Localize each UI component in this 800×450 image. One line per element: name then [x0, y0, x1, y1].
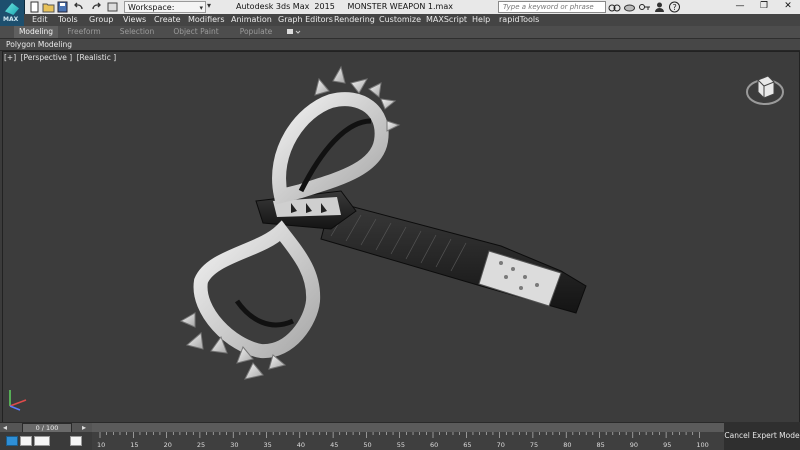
a360-cloud-icon[interactable] — [623, 1, 636, 13]
viewcube-icon[interactable] — [744, 68, 786, 110]
hold-icon[interactable] — [106, 1, 119, 13]
ruler-tick-label: 70 — [496, 441, 505, 449]
ruler-tick-label: 45 — [330, 441, 339, 449]
axis-tripod-icon — [4, 386, 30, 412]
ruler-tick-label: 30 — [230, 441, 239, 449]
menu-views[interactable]: Views — [123, 15, 146, 25]
save-icon[interactable] — [56, 1, 69, 13]
cancel-expert-mode-button[interactable]: Cancel Expert Mode — [724, 422, 800, 450]
menu-rendering[interactable]: Rendering — [334, 15, 375, 25]
menu-help[interactable]: Help — [472, 15, 490, 25]
keyblade-model — [179, 65, 587, 380]
ruler-tick-label: 80 — [563, 441, 572, 449]
ruler-tick-label: 75 — [529, 441, 539, 449]
redo-icon[interactable] — [90, 1, 103, 13]
maximize-icon[interactable]: ❐ — [752, 0, 776, 14]
user-icon[interactable] — [653, 1, 666, 13]
tab-object-paint[interactable]: Object Paint — [170, 26, 222, 38]
ruler-tick-label: 65 — [463, 441, 472, 449]
svg-text:?: ? — [673, 3, 677, 12]
key-icon[interactable] — [638, 1, 651, 13]
viewport-view-label[interactable]: [Perspective ] — [21, 53, 73, 62]
menu-animation[interactable]: Animation — [231, 15, 272, 25]
chevron-down-icon: ▾ — [199, 4, 203, 12]
new-file-icon[interactable] — [28, 1, 41, 13]
close-icon[interactable]: ✕ — [776, 0, 800, 14]
ruler-tick-label: 60 — [430, 441, 439, 449]
ruler-tick-label: 40 — [296, 441, 306, 449]
ribbon-panel-label[interactable]: Polygon Modeling — [6, 39, 72, 50]
menu-customize[interactable]: Customize — [379, 15, 421, 25]
ruler-tick-label: 20 — [163, 441, 172, 449]
menu-maxscript[interactable]: MAXScript — [426, 15, 467, 25]
workspace-dropdown[interactable]: Workspace: Default ▾ — [124, 1, 206, 24]
ruler-tick-label: 10 — [97, 441, 106, 449]
viewport-menu-plus[interactable]: [+] — [4, 53, 16, 62]
viewport-label[interactable]: [+] [Perspective ] [Realistic ] — [4, 53, 118, 62]
menu-create[interactable]: Create — [154, 15, 181, 25]
app-logo-button[interactable]: MAX — [0, 0, 25, 26]
window-title: Autodesk 3ds Max 2015 MONSTER WEAPON 1.m… — [236, 2, 453, 11]
ruler-tick-label: 55 — [396, 441, 405, 449]
menu-rapidtools[interactable]: rapidTools — [499, 15, 539, 25]
slider-left-arrow-icon[interactable]: ◂ — [3, 423, 7, 432]
tab-freeform[interactable]: Freeform — [62, 26, 106, 38]
ribbon-panel — [0, 39, 800, 51]
minimize-icon[interactable]: — — [728, 0, 752, 14]
ruler-tick-label: 85 — [596, 441, 605, 449]
menu-edit[interactable]: Edit — [32, 15, 48, 25]
overflow-chevron-icon[interactable]: ▾ — [207, 1, 217, 13]
max-logo-icon — [5, 3, 19, 15]
menu-graph-editors[interactable]: Graph Editors — [278, 15, 333, 25]
ruler-tick-label: 35 — [263, 441, 272, 449]
viewport-shading-label[interactable]: [Realistic ] — [77, 53, 117, 62]
help-icon[interactable]: ? — [668, 1, 681, 13]
menu-group[interactable]: Group — [89, 15, 113, 25]
open-folder-icon[interactable] — [42, 1, 55, 13]
script-listener-icon[interactable] — [6, 436, 18, 446]
undo-icon[interactable] — [72, 1, 85, 13]
ribbon-options-icon[interactable] — [286, 28, 302, 36]
slider-right-arrow-icon[interactable]: ▸ — [82, 423, 86, 432]
tab-populate[interactable]: Populate — [234, 26, 278, 38]
ruler-tick-label: 100 — [696, 441, 709, 449]
search-input[interactable]: Type a keyword or phrase — [498, 1, 606, 13]
menu-modifiers[interactable]: Modifiers — [188, 15, 225, 25]
status-toggle[interactable] — [70, 436, 82, 446]
ruler-tick-label: 95 — [663, 441, 672, 449]
ruler-tick-label: 15 — [130, 441, 139, 449]
ruler-tick-label: 25 — [196, 441, 206, 449]
logo-label: MAX — [3, 16, 19, 23]
ruler-tick-label: 90 — [629, 441, 639, 449]
tab-modeling[interactable]: Modeling — [14, 26, 58, 38]
maxscript-mini-field[interactable] — [20, 436, 32, 446]
search-binoculars-icon[interactable] — [608, 1, 621, 13]
ruler-tick-label: 50 — [363, 441, 372, 449]
tab-selection[interactable]: Selection — [114, 26, 160, 38]
status-field[interactable] — [34, 436, 50, 446]
perspective-viewport[interactable] — [2, 51, 800, 424]
menu-tools[interactable]: Tools — [58, 15, 78, 25]
